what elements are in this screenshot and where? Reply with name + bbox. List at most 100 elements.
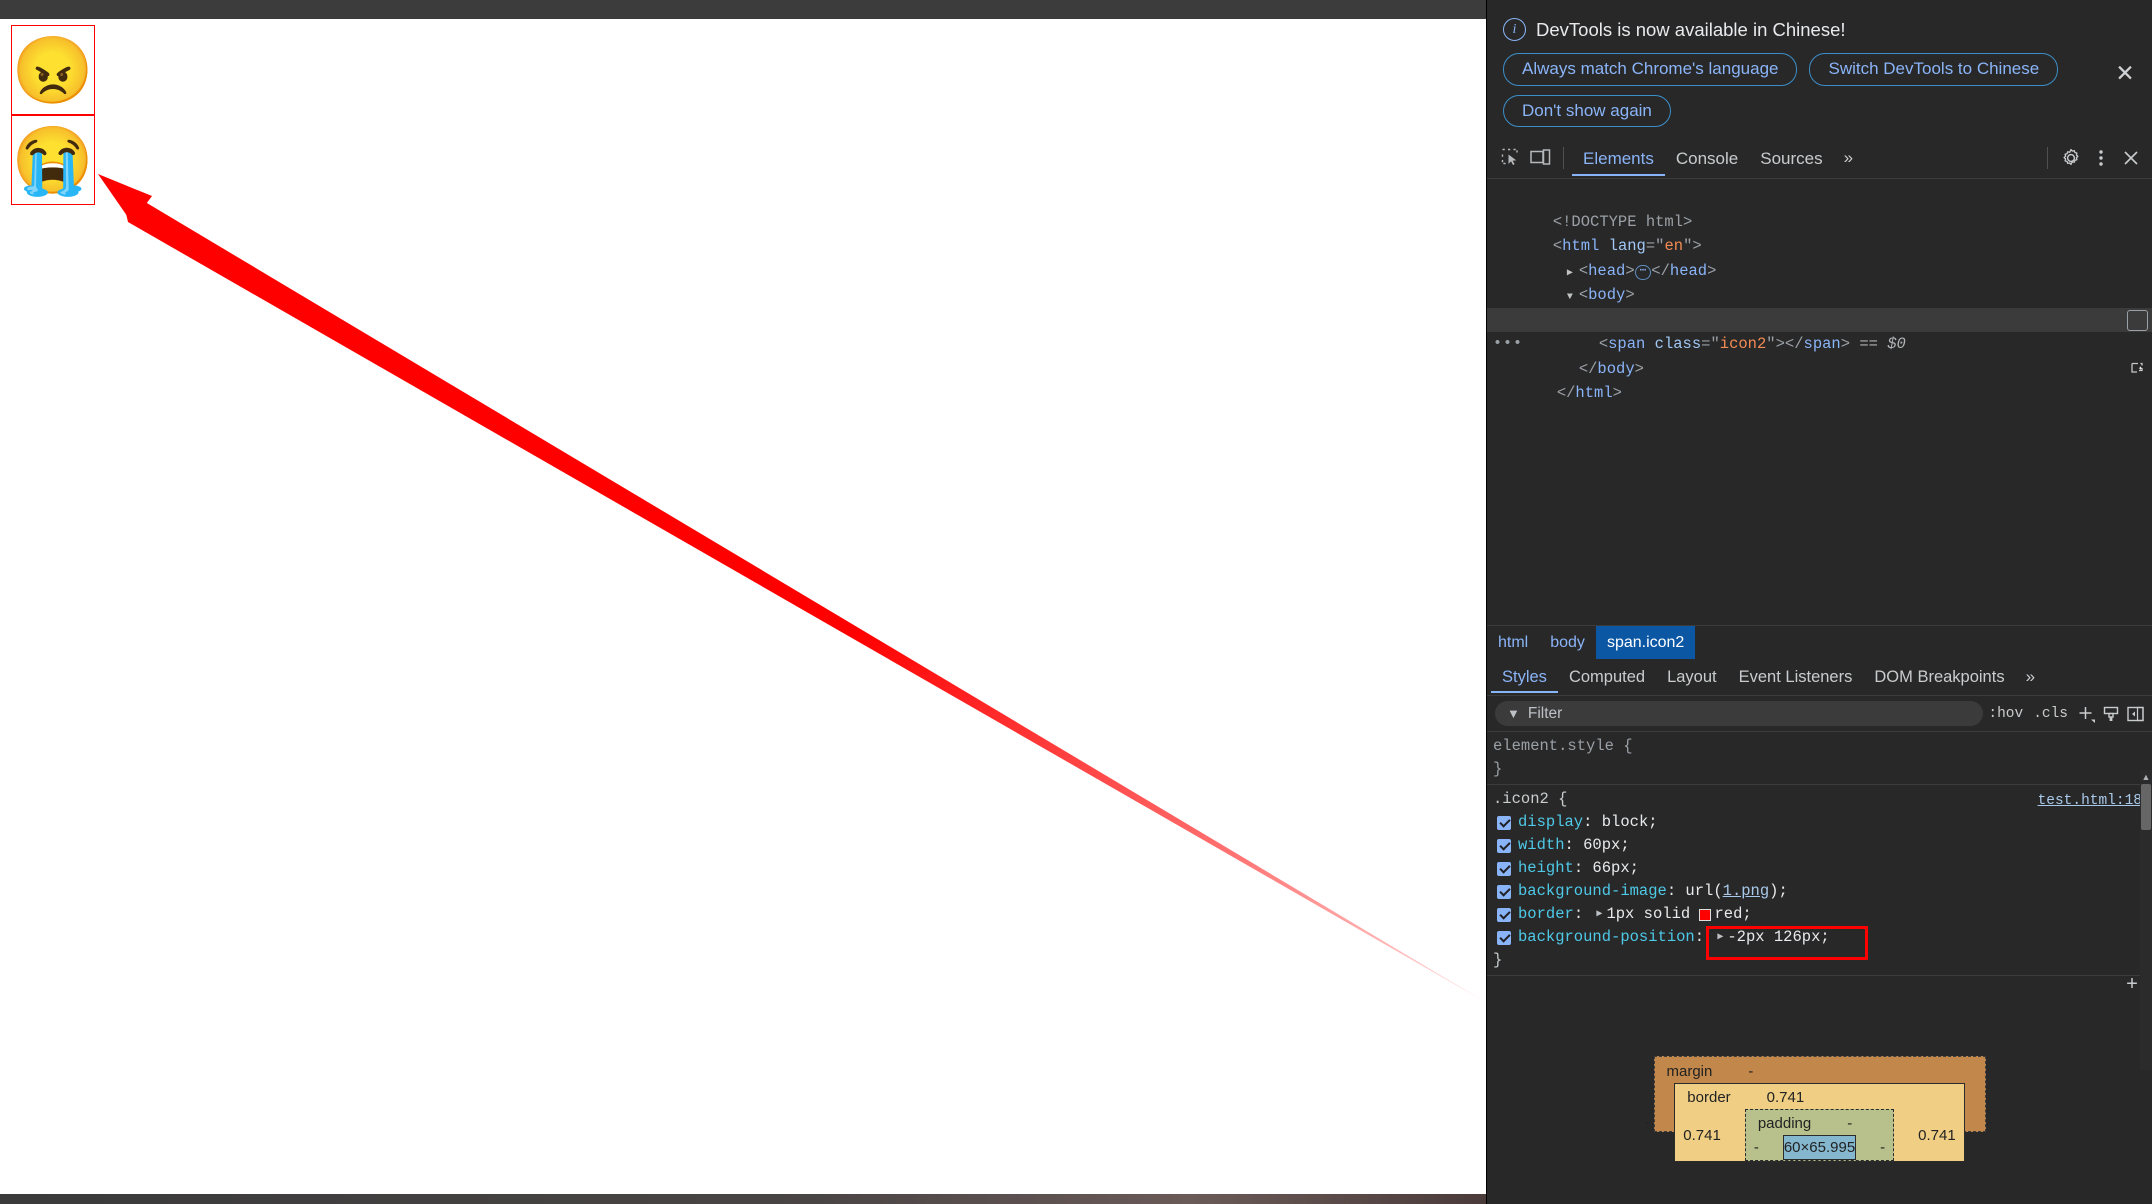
banner-close-icon[interactable]: ✕ (2112, 60, 2138, 86)
color-swatch-red[interactable] (1699, 908, 1712, 921)
dom-row[interactable]: </body> (1487, 332, 2152, 378)
background-position-value[interactable]: -2px 126px (1727, 926, 1820, 949)
add-declaration-button[interactable]: + (2126, 976, 2138, 996)
devtools-main-toolbar: Elements Console Sources » (1487, 137, 2152, 180)
declaration-checkbox[interactable] (1497, 838, 1511, 853)
breadcrumb: html body span.icon2 (1487, 625, 2152, 660)
box-model-border-top[interactable]: 0.741 (1767, 1089, 1805, 1106)
dont-show-again-button[interactable]: Don't show again (1503, 94, 1671, 128)
paintbrush-icon[interactable] (2098, 701, 2123, 726)
declaration-value[interactable]: 60px (1583, 834, 1620, 857)
expand-triangle-icon[interactable]: ▶ (1713, 926, 1727, 949)
declaration-checkbox[interactable] (1497, 815, 1511, 830)
declaration-display[interactable]: display: block; (1493, 811, 2152, 834)
dom-row[interactable]: <span class="icon1"></span> (1487, 283, 2152, 329)
box-model-content-size[interactable]: 60×65.995 (1782, 1135, 1857, 1161)
new-style-rule-icon[interactable] (2073, 701, 2098, 726)
dom-row[interactable]: </html> (1487, 357, 2152, 402)
device-toolbar-icon[interactable] (1525, 143, 1555, 173)
styles-scrollbar-track[interactable]: ▲ (2140, 770, 2152, 1070)
declaration-width[interactable]: width: 60px; (1493, 834, 2152, 857)
declaration-value[interactable]: 66px (1592, 857, 1629, 880)
breadcrumb-item-html[interactable]: html (1487, 626, 1539, 659)
box-model-margin-right[interactable]: - (1989, 1114, 1994, 1131)
computed-sidebar-toggle-icon[interactable] (2123, 701, 2148, 726)
expand-triangle-icon[interactable]: ▶ (1592, 903, 1606, 926)
tab-event-listeners[interactable]: Event Listeners (1728, 661, 1864, 693)
page-icon1-element[interactable]: 😠 (11, 25, 95, 115)
toolbar-divider-right (2047, 146, 2048, 169)
declaration-value[interactable]: block (1602, 811, 1649, 834)
breadcrumb-item-span-icon2[interactable]: span.icon2 (1595, 626, 1696, 660)
element-style-block[interactable]: element.style { } (1487, 732, 2152, 786)
cls-toggle-button[interactable]: .cls (2028, 706, 2073, 722)
annotation-arrow (98, 174, 1486, 1003)
dom-html-close-tag: html (1575, 384, 1613, 403)
browser-page-viewport: 😠 😭 (0, 0, 1486, 1204)
box-model-border-right[interactable]: 0.741 (1918, 1127, 1956, 1144)
dom-row[interactable]: ▶ <head> ⋯ </head> (1487, 234, 2152, 280)
dom-row-selected[interactable]: ••• <span class="icon2"></span> == $0 (1487, 307, 2152, 373)
box-model-margin[interactable]: margin - - border 0.741 0.741 padding - … (1645, 1056, 1994, 1163)
filter-placeholder: Filter (1527, 704, 1563, 722)
breadcrumb-item-body[interactable]: body (1539, 626, 1596, 659)
tab-styles[interactable]: Styles (1491, 661, 1558, 693)
declaration-checkbox[interactable] (1497, 907, 1511, 922)
scroll-up-arrow-icon[interactable]: ▲ (2141, 772, 2151, 782)
styles-declarations-panel[interactable]: element.style { } .icon2 { test.html:18 … (1487, 732, 2152, 1003)
tab-layout[interactable]: Layout (1656, 661, 1728, 693)
dom-row[interactable]: <html lang="en"> (1487, 210, 2152, 255)
tab-dom-breakpoints[interactable]: DOM Breakpoints (1863, 661, 2015, 693)
tab-console[interactable]: Console (1665, 140, 1749, 176)
declaration-checkbox[interactable] (1497, 884, 1511, 899)
styles-filter-input[interactable]: ▼ Filter (1495, 701, 1984, 727)
tab-computed[interactable]: Computed (1558, 661, 1656, 693)
loudly-crying-face-emoji-icon: 😭 (11, 123, 95, 197)
dom-row[interactable]: ▼ <body> (1487, 259, 2152, 304)
icon2-rule-close-brace: } (1493, 951, 1503, 970)
styles-scrollbar-thumb[interactable] (2141, 784, 2151, 830)
element-style-close-brace: } (1493, 760, 1503, 779)
declaration-background-position[interactable]: background-position: ▶ -2px 126px; (1493, 926, 2152, 949)
box-model-padding[interactable]: padding - - 60×65.995 - (1744, 1109, 1895, 1162)
box-model-padding-top[interactable]: - (1847, 1115, 1852, 1132)
element-badge-icon[interactable] (2127, 309, 2148, 373)
toolbar-divider (1563, 146, 1564, 169)
icon2-rule-block[interactable]: .icon2 { test.html:18 display: block; wi… (1487, 785, 2152, 977)
gear-icon[interactable] (2056, 143, 2086, 173)
declaration-checkbox[interactable] (1497, 861, 1511, 876)
box-model-border-left[interactable]: 0.741 (1683, 1127, 1721, 1144)
background-image-url-link[interactable]: 1.png (1723, 880, 1770, 903)
box-model-margin-left[interactable]: - (1645, 1114, 1650, 1131)
dom-row[interactable]: <!DOCTYPE html> (1487, 185, 2152, 231)
devtools-language-banner: i DevTools is now available in Chinese! … (1487, 0, 2152, 138)
dom-tree-panel[interactable]: <!DOCTYPE html> <html lang="en"> ▶ <head>… (1487, 179, 2152, 626)
box-model-margin-top[interactable]: - (1748, 1063, 1753, 1080)
box-model-padding-left[interactable]: - (1754, 1139, 1759, 1156)
more-sidebar-tabs-chevron-icon[interactable]: » (2016, 659, 2045, 695)
stylesheet-source-link[interactable]: test.html:18 (2038, 790, 2142, 813)
page-icon2-element[interactable]: 😭 (11, 115, 95, 205)
declaration-property: background-position (1518, 928, 1695, 947)
close-devtools-icon[interactable] (2116, 143, 2146, 173)
declaration-background-image[interactable]: background-image: url(1.png); (1493, 880, 2152, 903)
switch-devtools-to-chinese-button[interactable]: Switch DevTools to Chinese (1809, 53, 2059, 86)
styles-filter-row: ▼ Filter :hov .cls (1487, 696, 2152, 733)
declaration-border[interactable]: border: ▶ 1px solid red; (1493, 903, 2152, 926)
devtools-panel: i DevTools is now available in Chinese! … (1486, 0, 2152, 1204)
hov-toggle-button[interactable]: :hov (1983, 706, 2028, 722)
tab-sources[interactable]: Sources (1749, 140, 1833, 176)
declaration-property: border (1518, 905, 1574, 924)
declaration-height[interactable]: height: 66px; (1493, 857, 2152, 880)
box-model-border[interactable]: border 0.741 0.741 padding - - 60×65.995… (1674, 1083, 1965, 1163)
more-tabs-chevron-icon[interactable]: » (1834, 140, 1863, 176)
kebab-menu-icon[interactable] (2086, 143, 2116, 173)
declaration-checkbox[interactable] (1497, 930, 1511, 945)
angry-face-emoji-icon: 😠 (11, 33, 95, 107)
tab-elements[interactable]: Elements (1572, 140, 1665, 176)
inspect-element-icon[interactable] (1495, 143, 1525, 173)
declaration-property: background-image (1518, 882, 1667, 901)
box-model-padding-right[interactable]: - (1880, 1139, 1885, 1156)
always-match-chrome-language-button[interactable]: Always match Chrome's language (1503, 53, 1798, 86)
declaration-property: height (1518, 859, 1574, 878)
